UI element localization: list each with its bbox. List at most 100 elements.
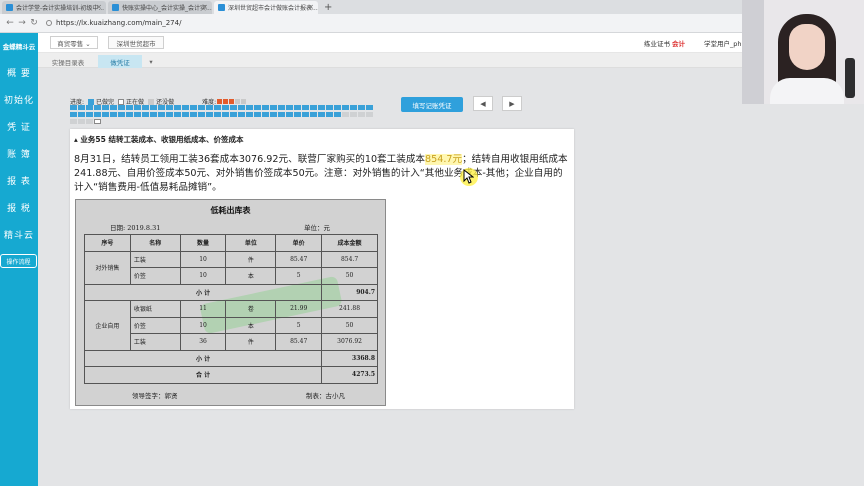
progress-cell[interactable] (230, 112, 237, 117)
progress-cell[interactable] (206, 112, 213, 117)
user-name[interactable]: 学堂用户_ph1 (704, 38, 746, 48)
company-button[interactable]: 深圳世贸超市 (108, 36, 164, 49)
progress-cell[interactable] (318, 112, 325, 117)
close-icon[interactable]: × (202, 3, 208, 11)
progress-cell[interactable] (214, 105, 221, 110)
sidebar-item-ledger[interactable]: 账 簿 (0, 140, 38, 167)
progress-cell[interactable] (78, 112, 85, 117)
new-tab-icon[interactable]: + (324, 1, 332, 14)
progress-cell[interactable] (230, 105, 237, 110)
tab-catalog[interactable]: 实操目录表 (44, 55, 92, 68)
progress-cell[interactable] (358, 105, 365, 110)
progress-cell[interactable] (126, 112, 133, 117)
prev-button[interactable]: ◀ (473, 96, 493, 111)
progress-cell[interactable] (86, 112, 93, 117)
close-icon[interactable]: × (308, 3, 314, 11)
back-icon[interactable]: ← (4, 18, 16, 28)
progress-cell[interactable] (238, 112, 245, 117)
progress-cell[interactable] (174, 112, 181, 117)
progress-cell[interactable] (142, 105, 149, 110)
progress-cell[interactable] (270, 112, 277, 117)
progress-cell[interactable] (278, 105, 285, 110)
progress-cell[interactable] (166, 112, 173, 117)
sidebar-item-overview[interactable]: 概 要 (0, 59, 38, 86)
progress-cell[interactable] (214, 112, 221, 117)
progress-cell[interactable] (134, 112, 141, 117)
progress-cell[interactable] (158, 112, 165, 117)
progress-cell[interactable] (86, 119, 93, 124)
operation-flow-button[interactable]: 操作流程 (0, 254, 37, 268)
progress-cell[interactable] (110, 105, 117, 110)
progress-cell[interactable] (302, 112, 309, 117)
sidebar-item-tax[interactable]: 报 税 (0, 194, 38, 221)
progress-cell[interactable] (102, 112, 109, 117)
progress-cell[interactable] (350, 105, 357, 110)
progress-cell[interactable] (326, 112, 333, 117)
certificate-link[interactable]: 练业证书 会计 (644, 38, 685, 48)
progress-cell[interactable] (150, 105, 157, 110)
progress-cell[interactable] (334, 105, 341, 110)
progress-cell[interactable] (118, 105, 125, 110)
progress-cell[interactable] (110, 112, 117, 117)
progress-cell[interactable] (134, 105, 141, 110)
progress-cell[interactable] (246, 112, 253, 117)
progress-cell[interactable] (198, 105, 205, 110)
progress-cell[interactable] (78, 119, 85, 124)
progress-cell[interactable] (206, 105, 213, 110)
progress-cell[interactable] (142, 112, 149, 117)
browser-tab-3[interactable]: 深圳世贸超市会计做账会计报表... × (214, 1, 318, 14)
progress-cell[interactable] (358, 112, 365, 117)
progress-cell[interactable] (182, 105, 189, 110)
progress-cell[interactable] (238, 105, 245, 110)
progress-cell[interactable] (254, 105, 261, 110)
progress-cell[interactable] (78, 105, 85, 110)
progress-cell[interactable] (350, 112, 357, 117)
progress-cell[interactable] (366, 112, 373, 117)
progress-cell[interactable] (366, 105, 373, 110)
progress-cell[interactable] (70, 105, 77, 110)
progress-cell[interactable] (190, 105, 197, 110)
sidebar-item-report[interactable]: 报 表 (0, 167, 38, 194)
progress-cell[interactable] (150, 112, 157, 117)
progress-cell[interactable] (262, 112, 269, 117)
progress-cell[interactable] (286, 105, 293, 110)
progress-cell[interactable] (254, 112, 261, 117)
tab-make-voucher[interactable]: 做凭证 (98, 55, 142, 68)
progress-cell[interactable] (94, 112, 101, 117)
progress-cell[interactable] (198, 112, 205, 117)
progress-cell[interactable] (326, 105, 333, 110)
progress-cell[interactable] (310, 112, 317, 117)
progress-cell[interactable] (70, 119, 77, 124)
progress-cell[interactable] (222, 105, 229, 110)
progress-cell[interactable] (342, 105, 349, 110)
forward-icon[interactable]: → (16, 18, 28, 28)
progress-cell[interactable] (286, 112, 293, 117)
progress-cell[interactable] (294, 105, 301, 110)
progress-cell[interactable] (246, 105, 253, 110)
progress-cell[interactable] (86, 105, 93, 110)
progress-cell[interactable] (318, 105, 325, 110)
progress-cell[interactable] (270, 105, 277, 110)
url-field[interactable]: https://lx.kuaizhang.com/main_274/ (46, 19, 181, 27)
progress-cell[interactable] (158, 105, 165, 110)
progress-cell[interactable] (302, 105, 309, 110)
progress-cell[interactable] (334, 112, 341, 117)
progress-cell[interactable] (262, 105, 269, 110)
progress-cell[interactable] (118, 112, 125, 117)
reload-icon[interactable]: ↻ (28, 18, 40, 28)
browser-tab-2[interactable]: 快账实操中心_会计实操_会计实... × (108, 1, 212, 14)
progress-cell[interactable] (102, 105, 109, 110)
sidebar-item-init[interactable]: 初始化 (0, 86, 38, 113)
progress-cell[interactable] (190, 112, 197, 117)
industry-dropdown[interactable]: 商贸零售 ⌄ (50, 36, 98, 49)
browser-tab-1[interactable]: 会计学堂-会计实操培训-初级中... × (2, 1, 106, 14)
sidebar-item-voucher[interactable]: 凭 证 (0, 113, 38, 140)
progress-cell[interactable] (182, 112, 189, 117)
progress-cell[interactable] (278, 112, 285, 117)
next-button[interactable]: ▶ (502, 96, 522, 111)
sidebar-item-jingdouyun[interactable]: 精斗云 (0, 221, 38, 248)
progress-cell[interactable] (294, 112, 301, 117)
progress-cell[interactable] (222, 112, 229, 117)
progress-cell[interactable] (310, 105, 317, 110)
close-icon[interactable]: × (96, 3, 102, 11)
